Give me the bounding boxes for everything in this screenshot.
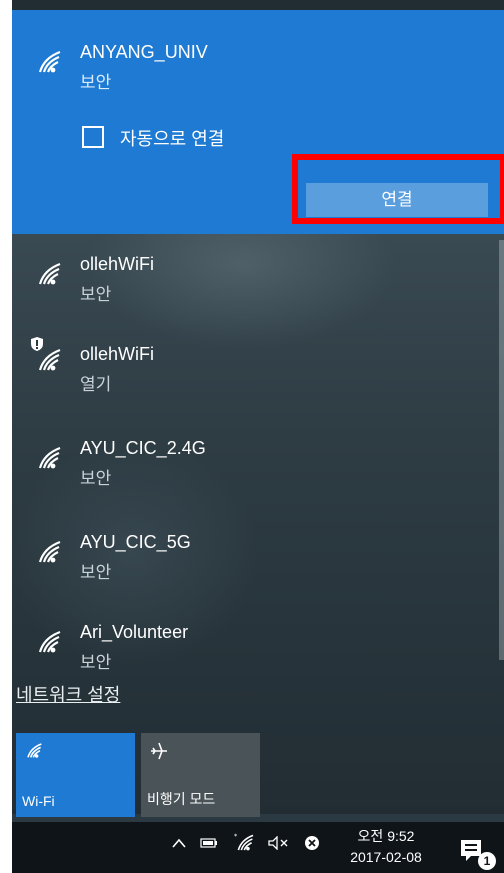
network-ssid: Ari_Volunteer [80, 622, 189, 642]
svg-text:*: * [234, 832, 238, 840]
network-status: 보안 [80, 563, 112, 582]
wifi-icon [27, 743, 42, 758]
wifi-tile-label: Wi-Fi [22, 793, 55, 809]
clock-date: 2017-02-08 [350, 849, 422, 865]
airplane-mode-tile[interactable]: 비행기 모드 [141, 733, 260, 817]
volume-muted-icon[interactable] [268, 836, 290, 850]
wifi-signal-icon [38, 446, 61, 469]
shield-warning-icon [31, 337, 43, 351]
airplane-icon [151, 742, 167, 760]
network-status: 보안 [80, 285, 112, 304]
network-status: 보안 [80, 469, 112, 488]
network-settings-link[interactable]: 네트워크 설정 [16, 681, 120, 707]
taskbar-clock[interactable]: 오전 9:52 2017-02-08 [338, 826, 434, 868]
network-ssid: ollehWiFi [80, 254, 155, 274]
wifi-signal-icon [38, 262, 61, 285]
wifi-signal-icon [38, 540, 61, 563]
auto-connect-checkbox[interactable] [82, 126, 104, 148]
wifi-signal-icon [38, 630, 61, 653]
auto-connect-label: 자동으로 연결 [120, 129, 225, 149]
clock-time: 오전 9:52 [357, 828, 415, 844]
battery-icon[interactable] [200, 838, 218, 848]
list-scrollbar[interactable] [499, 240, 504, 660]
network-ssid: AYU_CIC_5G [80, 532, 191, 552]
network-item[interactable]: AYU_CIC_5G 보안 [12, 514, 504, 604]
network-item[interactable]: Ari_Volunteer 보안 [12, 604, 504, 674]
network-status: 열기 [80, 375, 112, 394]
network-ssid: ollehWiFi [80, 344, 155, 364]
chevron-up-icon[interactable] [172, 838, 186, 848]
x-circle-icon[interactable] [304, 835, 320, 851]
network-flyout: ANYANG_UNIV 보안 자동으로 연결 연결 ollehWiFi 보안 o… [12, 0, 504, 873]
wifi-tray-icon[interactable]: * [234, 832, 256, 852]
network-status: 보안 [80, 653, 112, 672]
highlight-box [292, 154, 504, 224]
airplane-tile-label: 비행기 모드 [147, 791, 216, 807]
wifi-tile[interactable]: Wi-Fi [16, 733, 135, 817]
network-item[interactable]: AYU_CIC_2.4G 보안 [12, 420, 504, 510]
flyout-top-edge [12, 0, 504, 10]
network-ssid: AYU_CIC_2.4G [80, 438, 206, 458]
network-item[interactable]: ollehWiFi 열기 [12, 326, 504, 416]
notification-count-badge: 1 [478, 852, 496, 870]
wifi-signal-icon [38, 50, 61, 73]
network-status: 보안 [80, 73, 112, 92]
network-ssid: ANYANG_UNIV [80, 42, 208, 62]
network-item[interactable]: ollehWiFi 보안 [12, 236, 504, 326]
